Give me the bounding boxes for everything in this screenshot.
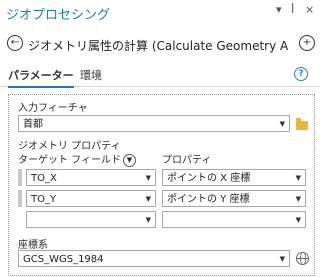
property-label: プロパティ [162,155,212,166]
back-icon[interactable]: ← [7,35,23,51]
property-select[interactable]: ポイントの X 座標 ▼ [162,169,306,186]
globe-icon[interactable] [296,252,309,265]
coordinate-system-select[interactable]: GCS_WGS_1984 ▼ [18,250,290,267]
target-field-select-empty[interactable]: ▼ [26,211,156,228]
help-icon[interactable]: ? [294,67,308,81]
add-icon[interactable]: + [299,35,315,51]
target-field-value: TO_X [31,173,57,184]
tab-bar: パラメーター 環境 ? [0,62,320,88]
property-value: ポイントの Y 座標 [167,194,250,205]
input-features-value: 首都 [23,119,43,130]
chevron-down-icon: ▼ [279,120,285,128]
geometry-properties-label: ジオメトリ プロパティ [18,141,121,152]
chevron-down-icon: ▼ [145,174,151,182]
coordinate-system-label: 座標系 [18,240,48,251]
chevron-down-icon: ▼ [279,255,285,263]
pane-title: ジオプロセシング [6,8,111,23]
chevron-down-icon[interactable]: ▼ [122,153,136,167]
row-handle[interactable] [18,190,22,207]
chevron-down-icon: ▼ [145,216,151,224]
input-features-select[interactable]: 首都 ▼ [18,115,290,132]
property-select[interactable]: ポイントの Y 座標 ▼ [162,190,306,207]
chevron-down-icon: ▼ [295,174,301,182]
tool-header: ← ジオメトリ属性の計算 (Calculate Geometry A + [0,32,320,58]
row-handle[interactable] [18,169,22,186]
tab-environments[interactable]: 環境 [80,67,102,83]
target-field-value: TO_Y [31,194,57,205]
folder-icon[interactable] [296,118,308,130]
tool-title: ジオメトリ属性の計算 (Calculate Geometry A [28,39,289,53]
tab-parameters[interactable]: パラメーター [8,67,74,88]
chevron-down-icon: ▼ [295,195,301,203]
target-field-header: ターゲット フィールド ▼ [18,151,136,167]
target-field-select[interactable]: TO_X ▼ [26,169,156,186]
pin-icon[interactable]: ꟾ [291,3,294,16]
pane-menu-icon[interactable]: ▾ [276,3,282,16]
property-value: ポイントの X 座標 [167,173,251,184]
parameters-panel: 入力フィーチャ 首都 ▼ ジオメトリ プロパティ ターゲット フィールド ▼ プロ… [8,94,315,276]
coordinate-system-value: GCS_WGS_1984 [23,254,104,265]
property-select-empty[interactable]: ▼ [162,211,306,228]
target-field-select[interactable]: TO_Y ▼ [26,190,156,207]
target-field-label: ターゲット フィールド [18,155,121,166]
chevron-down-icon: ▼ [145,195,151,203]
input-features-label: 入力フィーチャ [18,103,88,114]
chevron-down-icon: ▼ [295,216,301,224]
close-icon[interactable]: × [305,3,314,16]
